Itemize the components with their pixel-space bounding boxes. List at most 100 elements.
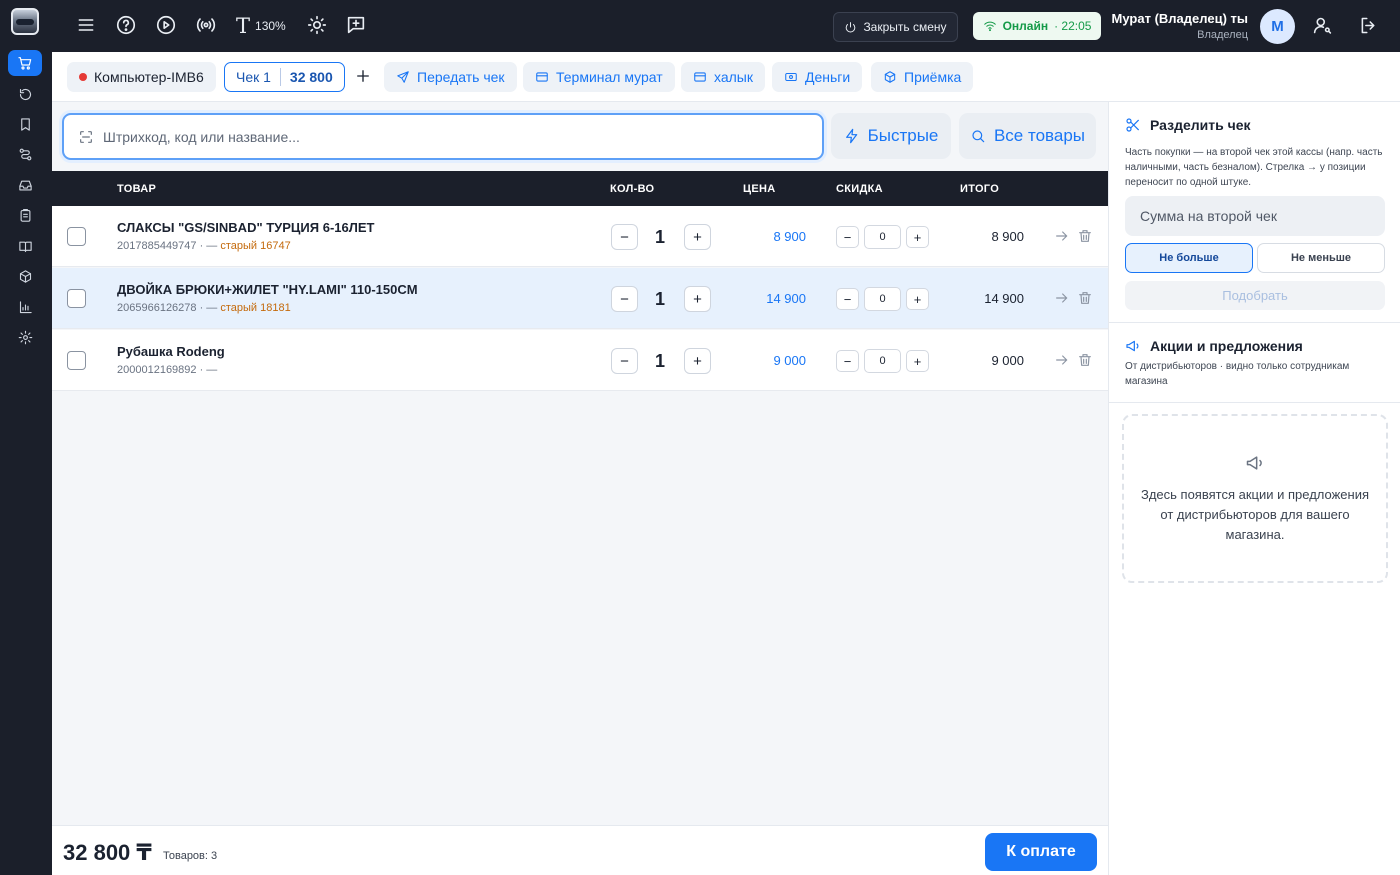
text-size-icon: T bbox=[236, 14, 251, 38]
check-sum: 32 800 bbox=[289, 69, 333, 85]
transfer-check-button[interactable]: Передать чек bbox=[384, 62, 517, 92]
header-product: ТОВАР bbox=[117, 183, 157, 195]
app-logo[interactable] bbox=[11, 8, 39, 35]
qty-decrease-button[interactable]: − bbox=[611, 224, 638, 250]
play-icon[interactable] bbox=[155, 14, 177, 36]
qty-decrease-button[interactable]: − bbox=[611, 348, 638, 374]
money-label: Деньги bbox=[805, 69, 851, 85]
feedback-icon[interactable] bbox=[345, 14, 367, 36]
lightning-icon bbox=[845, 128, 857, 144]
table-row[interactable]: Рубашка Rodeng 2000012169892 · — − 1 + 9… bbox=[52, 330, 1108, 391]
money-button[interactable]: Деньги bbox=[772, 62, 863, 92]
megaphone-icon bbox=[1246, 455, 1262, 470]
offline-dot bbox=[79, 73, 87, 81]
halyk-button[interactable]: халык bbox=[681, 62, 765, 92]
row-checkbox[interactable] bbox=[67, 227, 86, 246]
row-total: 9 000 bbox=[991, 353, 1024, 368]
logout-icon[interactable] bbox=[1358, 15, 1379, 36]
checks-tab-bar: Компьютер-IMB6 Чек 1 32 800 Передать чек… bbox=[52, 52, 1400, 102]
row-total: 14 900 bbox=[984, 291, 1024, 306]
quick-products-button[interactable]: Быстрые bbox=[831, 113, 951, 159]
status-time: · 22:05 bbox=[1054, 19, 1092, 33]
nav-inbox-icon[interactable] bbox=[8, 172, 42, 198]
help-icon[interactable] bbox=[115, 14, 137, 36]
split-check-label: Разделить чек bbox=[1150, 117, 1251, 133]
close-shift-button[interactable]: Закрыть смену bbox=[833, 12, 958, 42]
qty-increase-button[interactable]: + bbox=[684, 348, 711, 374]
nav-settings-icon[interactable] bbox=[8, 324, 42, 350]
check-tab-1[interactable]: Чек 1 32 800 bbox=[224, 62, 345, 92]
discount-input[interactable]: 0 bbox=[864, 349, 901, 373]
option-not-more-button[interactable]: Не больше bbox=[1125, 243, 1253, 273]
add-check-icon[interactable] bbox=[354, 66, 372, 86]
nav-bookmark-icon[interactable] bbox=[8, 111, 42, 137]
discount-increase-button[interactable]: + bbox=[906, 226, 929, 248]
discount-decrease-button[interactable]: − bbox=[836, 226, 859, 248]
close-shift-label: Закрыть смену bbox=[863, 20, 947, 34]
broadcast-icon[interactable] bbox=[194, 14, 218, 36]
header-total: ИТОГО bbox=[960, 183, 1000, 195]
unit-price[interactable]: 14 900 bbox=[742, 291, 806, 306]
trash-icon[interactable] bbox=[1077, 290, 1093, 306]
second-check-sum-input[interactable]: Сумма на второй чек bbox=[1125, 196, 1385, 236]
product-code: 2000012169892 · — bbox=[117, 364, 218, 376]
check-label: Чек 1 bbox=[236, 69, 271, 85]
pay-button[interactable]: К оплате bbox=[985, 833, 1097, 871]
option-not-less-button[interactable]: Не меньше bbox=[1257, 243, 1385, 273]
trash-icon[interactable] bbox=[1077, 352, 1093, 368]
all-products-button[interactable]: Все товары bbox=[959, 113, 1096, 159]
trash-icon[interactable] bbox=[1077, 228, 1093, 244]
text-size-control[interactable]: T 130% bbox=[236, 14, 286, 38]
search-box[interactable] bbox=[62, 113, 824, 160]
discount-increase-button[interactable]: + bbox=[906, 288, 929, 310]
product-code: 2065966126278 · — bbox=[117, 302, 218, 314]
avatar[interactable]: М bbox=[1260, 9, 1295, 44]
discount-decrease-button[interactable]: − bbox=[836, 288, 859, 310]
unit-price[interactable]: 9 000 bbox=[742, 353, 806, 368]
computer-chip[interactable]: Компьютер-IMB6 bbox=[67, 62, 216, 92]
promos-empty-text: Здесь появятся акции и предложения от ди… bbox=[1140, 486, 1369, 542]
cash-icon bbox=[785, 72, 797, 82]
discount-decrease-button[interactable]: − bbox=[836, 350, 859, 372]
receiving-button[interactable]: Приёмка bbox=[871, 62, 974, 92]
product-code: 2017885449747 · — bbox=[117, 240, 218, 252]
terminal-button[interactable]: Терминал мурат bbox=[523, 62, 675, 92]
qty-value[interactable]: 1 bbox=[647, 224, 673, 250]
qty-increase-button[interactable]: + bbox=[684, 286, 711, 312]
nav-cart-icon[interactable] bbox=[8, 50, 42, 76]
table-row[interactable]: СЛАКСЫ "GS/SINBAD" ТУРЦИЯ 6-16ЛЕТ 201788… bbox=[52, 206, 1108, 267]
search-input[interactable] bbox=[103, 128, 753, 145]
product-name: ДВОЙКА БРЮКИ+ЖИЛЕТ "HY.LAMI" 110-150CM bbox=[117, 282, 418, 297]
divider bbox=[1109, 322, 1400, 323]
nav-box-icon[interactable] bbox=[8, 263, 42, 289]
discount-input[interactable]: 0 bbox=[864, 225, 901, 249]
nav-returns-icon[interactable] bbox=[8, 81, 42, 107]
qty-value[interactable]: 1 bbox=[647, 286, 673, 312]
pick-button[interactable]: Подобрать bbox=[1125, 281, 1385, 310]
table-row[interactable]: ДВОЙКА БРЮКИ+ЖИЛЕТ "HY.LAMI" 110-150CM 2… bbox=[52, 268, 1108, 329]
qty-decrease-button[interactable]: − bbox=[611, 286, 638, 312]
nav-chart-icon[interactable] bbox=[8, 294, 42, 320]
nav-clipboard-icon[interactable] bbox=[8, 202, 42, 228]
move-to-second-check-icon[interactable] bbox=[1054, 228, 1070, 244]
discount-increase-button[interactable]: + bbox=[906, 350, 929, 372]
menu-icon[interactable] bbox=[76, 14, 96, 36]
move-to-second-check-icon[interactable] bbox=[1054, 352, 1070, 368]
row-checkbox[interactable] bbox=[67, 351, 86, 370]
receiving-label: Приёмка bbox=[904, 69, 962, 85]
row-checkbox[interactable] bbox=[67, 289, 86, 308]
product-name: Рубашка Rodeng bbox=[117, 344, 225, 359]
theme-sun-icon[interactable] bbox=[306, 14, 328, 36]
power-icon bbox=[846, 21, 856, 32]
move-to-second-check-icon[interactable] bbox=[1054, 290, 1070, 306]
user-info[interactable]: Мурат (Владелец) ты Владелец bbox=[1112, 11, 1248, 41]
user-key-icon[interactable] bbox=[1312, 15, 1333, 36]
nav-transfer-icon[interactable] bbox=[8, 141, 42, 167]
table-header: ТОВАР КОЛ-ВО ЦЕНА СКИДКА ИТОГО bbox=[52, 171, 1108, 206]
nav-book-icon[interactable] bbox=[8, 233, 42, 259]
grand-total: 32 800 ₸ bbox=[63, 840, 152, 865]
discount-input[interactable]: 0 bbox=[864, 287, 901, 311]
qty-value[interactable]: 1 bbox=[647, 348, 673, 374]
unit-price[interactable]: 8 900 bbox=[742, 229, 806, 244]
qty-increase-button[interactable]: + bbox=[684, 224, 711, 250]
